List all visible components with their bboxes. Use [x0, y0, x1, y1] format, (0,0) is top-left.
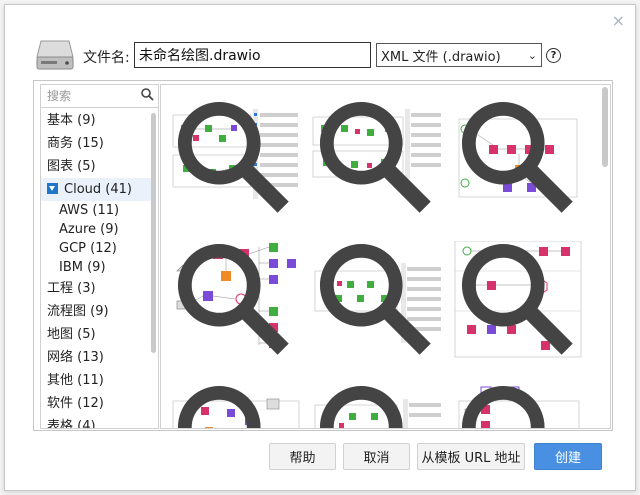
template-thumbnail[interactable]: [309, 383, 445, 429]
template-thumbnail[interactable]: [311, 99, 445, 217]
save-dialog: × 文件名: XML 文件 (.drawio) ⌄ ? 基本 (9) 商务 (1…: [4, 4, 636, 491]
sidebar-scrollbar[interactable]: [151, 111, 156, 428]
cancel-button[interactable]: 取消: [343, 443, 410, 470]
zoom-icon[interactable]: [451, 99, 585, 217]
template-thumbnail[interactable]: [451, 383, 587, 429]
category-network[interactable]: 网络 (13): [41, 346, 151, 369]
template-grid: [160, 84, 611, 429]
category-cloud-label: Cloud (41): [64, 182, 132, 197]
category-software[interactable]: 软件 (12): [41, 392, 151, 415]
category-charts[interactable]: 图表 (5): [41, 155, 151, 178]
category-business[interactable]: 商务 (15): [41, 132, 151, 155]
category-flowchart[interactable]: 流程图 (9): [41, 300, 151, 323]
zoom-icon[interactable]: [451, 383, 585, 429]
template-grid-scrollbar[interactable]: [602, 87, 608, 167]
category-other[interactable]: 其他 (11): [41, 369, 151, 392]
category-cloud[interactable]: Cloud (41): [41, 178, 151, 201]
category-aws[interactable]: AWS (11): [41, 201, 151, 220]
expand-icon[interactable]: [47, 183, 58, 194]
zoom-icon[interactable]: [309, 383, 443, 429]
zoom-icon[interactable]: [167, 99, 301, 217]
category-maps[interactable]: 地图 (5): [41, 323, 151, 346]
template-thumbnail[interactable]: [453, 99, 587, 217]
filename-input[interactable]: [134, 42, 371, 68]
template-url-button[interactable]: 从模板 URL 地址: [417, 443, 525, 470]
zoom-icon[interactable]: [167, 241, 301, 359]
category-sidebar: 基本 (9) 商务 (15) 图表 (5) Cloud (41) AWS (11…: [40, 84, 159, 429]
category-list: 基本 (9) 商务 (15) 图表 (5) Cloud (41) AWS (11…: [41, 109, 151, 428]
drive-icon: [36, 40, 74, 70]
template-thumbnail[interactable]: [311, 241, 445, 359]
format-select-value: XML 文件 (.drawio): [381, 49, 501, 65]
category-azure[interactable]: Azure (9): [41, 220, 151, 239]
format-select[interactable]: XML 文件 (.drawio) ⌄: [376, 43, 542, 67]
create-button[interactable]: 创建: [534, 443, 602, 470]
category-gcp[interactable]: GCP (12): [41, 239, 151, 258]
help-button[interactable]: 帮助: [269, 443, 336, 470]
category-ibm[interactable]: IBM (9): [41, 258, 151, 277]
template-thumbnail[interactable]: [169, 241, 303, 359]
template-panel: 基本 (9) 商务 (15) 图表 (5) Cloud (41) AWS (11…: [33, 80, 613, 431]
help-icon[interactable]: ?: [546, 48, 561, 63]
search-box: [41, 85, 158, 108]
chevron-down-icon: ⌄: [527, 48, 537, 62]
category-engineering[interactable]: 工程 (3): [41, 277, 151, 300]
close-icon[interactable]: ×: [612, 13, 625, 29]
search-input[interactable]: [45, 88, 133, 104]
template-thumbnail[interactable]: [451, 240, 587, 359]
zoom-icon[interactable]: [309, 241, 443, 359]
category-tables[interactable]: 表格 (4): [41, 415, 151, 428]
filename-label: 文件名:: [83, 50, 130, 66]
category-basic[interactable]: 基本 (9): [41, 109, 151, 132]
zoom-icon[interactable]: [451, 241, 585, 359]
template-thumbnail[interactable]: [167, 383, 303, 429]
template-thumbnail[interactable]: [169, 99, 303, 217]
zoom-icon[interactable]: [309, 99, 443, 217]
search-icon[interactable]: [141, 88, 154, 101]
zoom-icon[interactable]: [167, 383, 301, 429]
